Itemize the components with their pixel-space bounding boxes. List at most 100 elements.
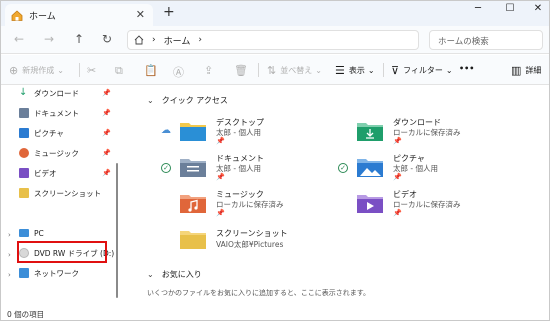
sidebar-item-network[interactable]: ネットワーク xyxy=(19,265,115,281)
sidebar-item-label: ビデオ xyxy=(34,168,57,178)
maximize-button[interactable]: ☐ xyxy=(500,3,520,14)
sidebar-item-pc[interactable]: PC xyxy=(19,225,115,241)
folder-icon xyxy=(19,188,29,198)
details-button[interactable]: ▥ 詳細 xyxy=(511,64,541,77)
search-input[interactable]: ホームの検索 xyxy=(429,30,543,50)
sort-button[interactable]: ⇅ 並べ替え ⌄ xyxy=(267,64,322,77)
picture-icon xyxy=(19,128,29,138)
sidebar-item-downloads[interactable]: ↓ ダウンロード 📌 xyxy=(19,85,115,101)
cloud-icon: ☁ xyxy=(161,125,171,136)
close-button[interactable]: ✕ xyxy=(528,3,548,14)
new-button-label: 新規作成 xyxy=(22,66,55,75)
screenshots-folder-icon[interactable] xyxy=(179,228,207,250)
status-item-count: 0 個の項目 xyxy=(7,310,45,319)
chevron-right-icon: › xyxy=(152,35,156,45)
new-tab-button[interactable]: + xyxy=(163,5,175,19)
sidebar-item-label: ミュージック xyxy=(34,148,79,158)
folder-sub-downloads: ローカルに保存済み xyxy=(393,128,461,137)
pc-monitor-icon xyxy=(19,229,29,237)
new-button[interactable]: ⊕ 新規作成 ⌄ xyxy=(9,64,64,77)
pin-icon: 📌 xyxy=(393,173,402,181)
document-icon xyxy=(19,108,29,118)
pictures-folder-icon[interactable] xyxy=(356,156,384,178)
expand-chevron-icon[interactable]: › xyxy=(8,271,11,279)
file-explorer-window: ホーム ✕ + ─ ☐ ✕ ← → ↑ ↻ › ホーム › ホームの検索 ⊕ 新規… xyxy=(0,0,550,321)
command-bar: ⊕ 新規作成 ⌄ ✂ ⧉ 📋 Ⓐ ⇪ 🗑 ⇅ 並べ替え ⌄ ☰ 表示 ⌄ ⊽ フィルター… xyxy=(1,55,549,85)
pin-icon: 📌 xyxy=(102,89,111,97)
pin-icon: 📌 xyxy=(393,137,402,145)
breadcrumb-home[interactable]: ホーム xyxy=(164,34,191,47)
sidebar-item-pictures[interactable]: ピクチャ 📌 xyxy=(19,125,115,141)
folder-sub-screenshots: VAIO太郎¥Pictures xyxy=(216,240,284,249)
view-button[interactable]: ☰ 表示 ⌄ xyxy=(335,64,375,77)
pin-icon: 📌 xyxy=(102,149,111,157)
downloads-folder-icon[interactable] xyxy=(356,120,384,142)
pin-icon: 📌 xyxy=(216,137,225,145)
sidebar-item-screenshots[interactable]: スクリーンショット xyxy=(19,185,115,201)
videos-folder-icon[interactable] xyxy=(356,192,384,214)
expand-chevron-icon[interactable]: › xyxy=(8,231,11,239)
plus-circle-icon: ⊕ xyxy=(9,64,19,77)
tab-close-icon[interactable]: ✕ xyxy=(136,8,145,21)
navigation-pane: ↓ ダウンロード 📌 ドキュメント 📌 ピクチャ 📌 ミュージック 📌 ビデオ … xyxy=(1,85,121,302)
home-outline-icon xyxy=(134,35,144,45)
rename-icon[interactable]: Ⓐ xyxy=(173,64,188,80)
folder-sub-music: ローカルに保存済み xyxy=(216,200,284,209)
video-icon xyxy=(19,168,29,178)
sidebar-item-label: ドキュメント xyxy=(34,108,79,118)
sidebar-scrollbar[interactable] xyxy=(116,163,118,298)
documents-folder-icon[interactable] xyxy=(179,156,207,178)
cut-icon[interactable]: ✂ xyxy=(87,64,100,77)
forward-button[interactable]: → xyxy=(41,32,57,46)
chevron-down-icon: ⌄ xyxy=(147,96,154,105)
filter-button[interactable]: ⊽ フィルター ⌄ xyxy=(391,64,453,77)
tab-title: ホーム xyxy=(29,11,56,22)
share-icon[interactable]: ⇪ xyxy=(204,64,217,77)
filter-button-label: フィルター xyxy=(403,66,443,75)
details-button-label: 詳細 xyxy=(525,66,542,75)
favorites-empty-message: いくつかのファイルをお気に入りに追加すると、ここに表示されます。 xyxy=(147,289,371,297)
sidebar-item-videos[interactable]: ビデオ 📌 xyxy=(19,165,115,181)
delete-icon[interactable]: 🗑 xyxy=(234,64,252,77)
expand-chevron-icon[interactable]: › xyxy=(8,251,11,259)
pin-icon: 📌 xyxy=(393,209,402,217)
up-button[interactable]: ↑ xyxy=(71,32,87,46)
paste-icon[interactable]: 📋 xyxy=(144,64,162,77)
quick-access-header[interactable]: ⌄ クイック アクセス xyxy=(147,95,228,106)
sort-icon: ⇅ xyxy=(267,64,277,77)
chevron-right-icon: › xyxy=(198,35,202,45)
pin-icon: 📌 xyxy=(216,173,225,181)
sidebar-item-label: ピクチャ xyxy=(34,128,64,138)
more-options-button[interactable]: ••• xyxy=(459,64,474,73)
tab-home[interactable]: ホーム ✕ xyxy=(5,4,153,26)
view-button-label: 表示 xyxy=(348,66,365,75)
chevron-down-icon: ⌄ xyxy=(147,270,154,279)
desktop-folder-icon[interactable] xyxy=(179,120,207,142)
pin-icon: 📌 xyxy=(216,209,225,217)
copy-icon[interactable]: ⧉ xyxy=(115,64,127,78)
sidebar-item-label: スクリーンショット xyxy=(34,188,102,198)
download-icon: ↓ xyxy=(19,87,28,98)
back-button[interactable]: ← xyxy=(11,32,27,46)
synced-check-icon: ✓ xyxy=(161,163,171,173)
sidebar-item-documents[interactable]: ドキュメント 📌 xyxy=(19,105,115,121)
pin-icon: 📌 xyxy=(102,109,111,117)
home-icon xyxy=(11,9,23,21)
sidebar-item-music[interactable]: ミュージック 📌 xyxy=(19,145,115,161)
synced-check-icon: ✓ xyxy=(338,163,348,173)
chevron-down-icon: ⌄ xyxy=(445,66,453,75)
music-folder-icon[interactable] xyxy=(179,192,207,214)
refresh-button[interactable]: ↻ xyxy=(99,32,115,46)
sidebar-item-label: ダウンロード xyxy=(34,88,79,98)
music-icon xyxy=(19,148,29,158)
dvd-drive-highlight-box xyxy=(17,241,107,263)
address-bar[interactable]: › ホーム › xyxy=(127,30,419,50)
sidebar-item-label: ネットワーク xyxy=(34,268,79,278)
minimize-button[interactable]: ─ xyxy=(468,3,488,14)
pin-icon: 📌 xyxy=(102,129,111,137)
favorites-header[interactable]: ⌄ お気に入り xyxy=(147,269,202,280)
title-bar: ホーム ✕ + ─ ☐ ✕ xyxy=(1,1,549,26)
folder-sub-videos: ローカルに保存済み xyxy=(393,200,461,209)
divider xyxy=(79,63,80,77)
pin-icon: 📌 xyxy=(102,169,111,177)
